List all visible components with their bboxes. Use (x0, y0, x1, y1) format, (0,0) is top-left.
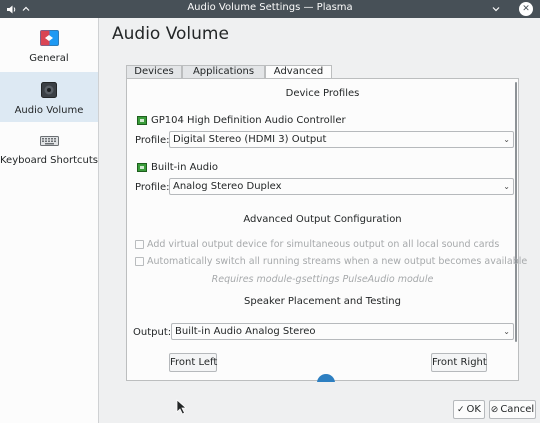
window-titlebar[interactable]: Audio Volume Settings — Plasma ✕ (0, 0, 540, 18)
speaker-placement-icon (317, 374, 335, 382)
checkbox[interactable] (135, 240, 144, 249)
tab-devices[interactable]: Devices (126, 65, 182, 79)
tab-applications[interactable]: Applications (182, 65, 265, 79)
sound-card-icon (137, 163, 147, 172)
device-profiles-heading: Device Profiles (285, 88, 360, 99)
option-label: Add virtual output device for simultaneo… (147, 239, 500, 250)
sidebar-item-audio-volume[interactable]: Audio Volume (0, 72, 98, 122)
speaker-icon (41, 82, 57, 98)
ok-label: OK (466, 404, 481, 415)
keyboard-icon (40, 136, 59, 146)
cancel-button[interactable]: ⊘ Cancel (489, 400, 536, 419)
mouse-cursor-icon (176, 399, 188, 415)
window-title: Audio Volume Settings — Plasma (187, 2, 353, 13)
profile-label: Profile: (135, 182, 170, 193)
output-label: Output: (133, 327, 172, 338)
chevron-down-icon[interactable] (489, 2, 503, 16)
chevron-down-icon: ⌄ (503, 182, 510, 191)
output-select[interactable]: Built-in Audio Analog Stereo ⌄ (171, 323, 514, 340)
profile-select-builtin[interactable]: Analog Stereo Duplex ⌄ (169, 178, 514, 195)
cancel-label: Cancel (500, 404, 535, 415)
front-left-button[interactable]: Front Left (169, 353, 217, 372)
checkmark-icon: ✓ (457, 405, 465, 415)
chevron-down-icon: ⌄ (503, 327, 510, 336)
advanced-output-heading: Advanced Output Configuration (243, 214, 402, 225)
option-label: Automatically switch all running streams… (147, 256, 528, 267)
checkbox[interactable] (135, 257, 144, 266)
module-note: Requires module-gsettings PulseAudio mod… (211, 274, 434, 285)
sidebar-item-label: Audio Volume (14, 105, 84, 116)
ok-button[interactable]: ✓ OK (453, 400, 485, 419)
general-icon (40, 30, 59, 46)
profile-label: Profile: (135, 135, 170, 146)
output-value: Built-in Audio Analog Stereo (175, 326, 316, 337)
profile-value: Analog Stereo Duplex (173, 181, 282, 192)
sidebar-item-label: General (29, 53, 69, 64)
chevron-down-icon: ⌄ (503, 135, 510, 144)
sidebar-item-label: Keyboard Shortcuts (0, 155, 98, 166)
close-icon[interactable]: ✕ (519, 2, 533, 16)
card-name: Built-in Audio (151, 162, 219, 173)
profile-select-gp104[interactable]: Digital Stereo (HDMI 3) Output ⌄ (169, 131, 514, 148)
sidebar: General Audio Volume Keyboard Shortcuts (0, 18, 99, 423)
front-right-button[interactable]: Front Right (431, 353, 487, 372)
profile-value: Digital Stereo (HDMI 3) Output (173, 134, 327, 145)
sidebar-item-general[interactable]: General (0, 18, 98, 70)
speaker-testing-heading: Speaker Placement and Testing (244, 296, 401, 307)
cancel-icon: ⊘ (490, 405, 499, 415)
card-name: GP104 High Definition Audio Controller (151, 115, 346, 126)
sidebar-item-keyboard-shortcuts[interactable]: Keyboard Shortcuts (0, 124, 98, 174)
sound-card-icon (137, 116, 147, 125)
page-title: Audio Volume (112, 24, 229, 44)
